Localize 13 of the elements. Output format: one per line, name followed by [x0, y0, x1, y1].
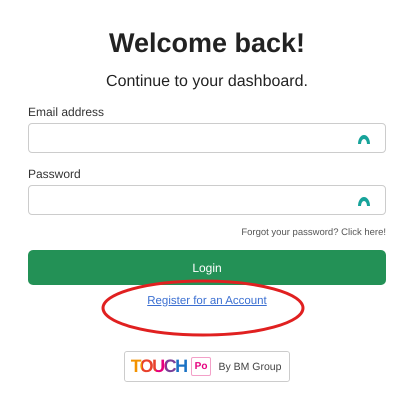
- brand-text: By BM Group: [218, 360, 282, 372]
- field-label: Password: [28, 167, 81, 181]
- arch-icon: [357, 132, 371, 144]
- page-title: Welcome back!: [108, 28, 306, 59]
- forgot-password-link[interactable]: Forgot your password? Click here!: [241, 227, 386, 238]
- password-field[interactable]: [28, 185, 386, 215]
- subtitle: Continue to your dashboard.: [106, 73, 308, 91]
- arch-icon: [357, 194, 371, 206]
- email-field[interactable]: [28, 123, 386, 153]
- register-link[interactable]: Register for an Account: [147, 295, 267, 307]
- field-label: Email address: [28, 105, 104, 119]
- brand-mark: Po: [190, 357, 212, 376]
- login-button[interactable]: Login: [28, 250, 386, 285]
